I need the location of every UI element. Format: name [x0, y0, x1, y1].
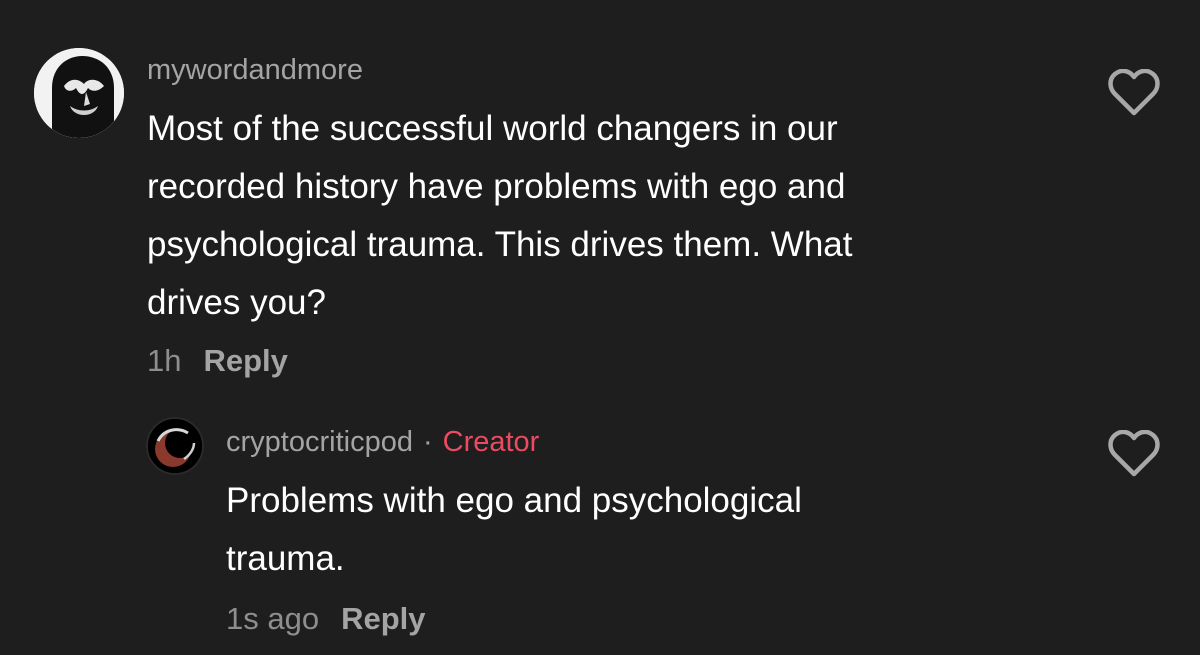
comment-meta: 1h Reply: [147, 341, 288, 381]
comment-line: drives you?: [147, 283, 326, 322]
comment-meta: 1s ago Reply: [226, 599, 426, 639]
comment-username[interactable]: mywordandmore: [147, 52, 363, 88]
reply-button[interactable]: Reply: [341, 601, 425, 636]
reply-button[interactable]: Reply: [203, 343, 287, 378]
comment-timestamp: 1s ago: [226, 601, 320, 636]
heart-outline-icon: [1108, 69, 1160, 116]
like-button[interactable]: [1108, 430, 1160, 478]
face-avatar-icon: [34, 48, 124, 138]
moon-avatar-icon: [148, 419, 202, 473]
comment-line: Problems with ego and psychological: [226, 481, 802, 520]
creator-badge: Creator: [442, 426, 540, 458]
comment-item: mywordandmore Most of the successful wor…: [0, 0, 1200, 400]
comment-body: Problems with ego and psychological trau…: [226, 472, 1106, 588]
comment-body: Most of the successful world changers in…: [147, 100, 1047, 332]
comment-line: trauma.: [226, 539, 345, 578]
commenter-avatar[interactable]: [34, 48, 124, 138]
reply-username-row: cryptocriticpod · Creator: [226, 424, 539, 460]
like-button[interactable]: [1108, 69, 1160, 117]
heart-outline-icon: [1108, 430, 1160, 477]
reply-comment-item: cryptocriticpod · Creator Problems with eg…: [0, 400, 1200, 655]
comment-username[interactable]: cryptocriticpod: [226, 426, 413, 458]
separator-dot: ·: [422, 426, 433, 458]
comment-timestamp: 1h: [147, 343, 182, 378]
comment-line: Most of the successful world changers in…: [147, 109, 838, 148]
commenter-avatar[interactable]: [146, 417, 204, 475]
comment-line: psychological trauma. This drives them. …: [147, 225, 853, 264]
comment-line: recorded history have problems with ego …: [147, 167, 846, 206]
